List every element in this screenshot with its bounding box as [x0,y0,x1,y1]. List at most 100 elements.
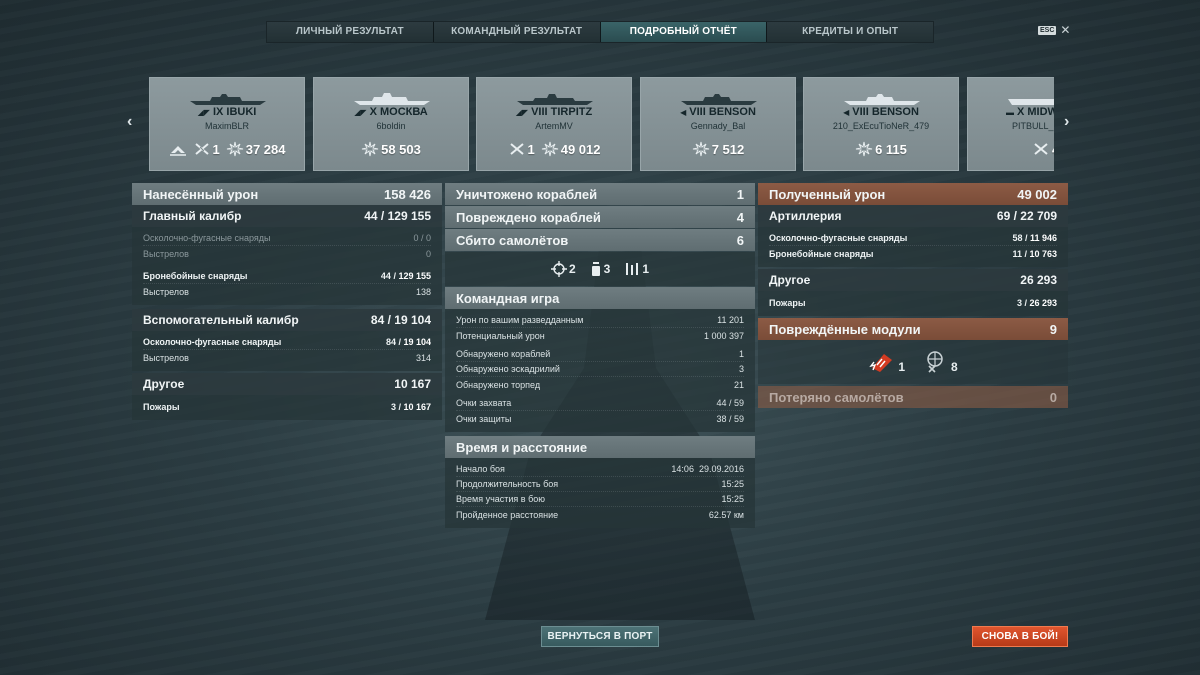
carousel-prev-arrow[interactable]: ‹ [127,113,132,131]
other-label: Другое [143,377,185,391]
bombers-value: 3 [603,262,611,276]
received-he-row: Осколочно-фугасные снаряды 58 / 11 946 [769,231,1057,246]
time-row: Продолжительность боя 15:25 [456,477,744,492]
damage-burst-icon [692,141,709,157]
ship-name: X MIDW [1017,106,1054,118]
main-ap-row: Бронебойные снаряды 44 / 129 155 [143,269,431,284]
damaged-modules-value: 9 [1049,321,1057,337]
torpedo-hit-icon [169,146,186,156]
planes-value: 4 [1052,142,1054,157]
ship-class-battleship-icon: ◢◤ [515,108,529,117]
damage-received-label: Полученный урон [769,186,886,202]
secondary-caliber-label: Вспомогательный калибр [143,313,299,327]
close-icon[interactable]: ✕ [1060,24,1070,36]
ship-card-benson-2[interactable]: ◀ VIII BENSON 210_ExEcuTioNeR_479 6 115 [803,77,959,171]
team-play-block: Урон по вашим разведданным 11 201 Потенци… [445,309,755,432]
player-name: Gennady_Bal [690,121,746,131]
time-distance-label: Время и расстояние [456,439,588,455]
ship-card-benson-1[interactable]: ◀ VIII BENSON Gennady_Bal 7 512 [640,77,796,171]
ship-card-tirpitz[interactable]: ◢◤ VIII TIRPITZ ArtemMV 1 49 012 [476,77,632,171]
damage-value: 49 012 [560,141,601,157]
esc-key-badge: ESC [1038,25,1057,35]
plane-shot-down-icon [509,143,524,155]
time-distance-block: Начало боя 14:06 29.09.2016 Продолжительн… [445,458,755,528]
steering-damage-value: 8 [951,360,958,374]
ship-silhouette-icon [1008,99,1054,105]
team-row: Обнаружено торпед 21 [456,379,744,390]
ships-damaged-value: 4 [736,209,744,225]
planes-lost-value: 0 [1049,389,1057,405]
team-row: Потенциальный урон 1 000 397 [456,330,744,341]
planes-lost-label: Потеряно самолётов [769,389,904,405]
planes-shot-value: 6 [736,232,744,248]
tab-team-result[interactable]: КОМАНДНЫЙ РЕЗУЛЬТАТ [433,22,601,42]
damage-burst-icon [362,141,379,157]
ship-card-ibuki[interactable]: ◢◤ IX IBUKI MaximBLR 1 37 284 [149,77,305,171]
ship-name: VIII TIRPITZ [531,106,593,118]
player-name: PITBULL_ [1012,121,1054,131]
player-name: 6boldin [376,121,406,131]
ship-silhouette-icon [517,94,593,105]
ships-damaged-label: Повреждено кораблей [456,209,601,225]
ship-name: IX IBUKI [212,106,257,118]
secondary-shots-row: Выстрелов 314 [143,352,431,363]
player-name: 210_ExEcuTioNeR_479 [832,121,930,131]
time-row: Начало боя 14:06 29.09.2016 [456,462,744,477]
steering-damage-icon [927,351,943,373]
tab-credits-xp[interactable]: КРЕДИТЫ И ОПЫТ [767,22,933,42]
damage-burst-icon [226,141,243,157]
ship-class-cruiser-icon: ◢◤ [354,108,367,117]
crosshair-icon [550,261,567,277]
ship-class-destroyer-icon: ◀ [843,108,850,117]
team-row: Обнаружено эскадрилий 3 [456,362,744,377]
damaged-modules-label: Повреждённые модули [769,321,921,337]
ship-name: VIII BENSON [852,106,919,118]
ships-destroyed-value: 1 [736,186,744,202]
carousel-next-arrow[interactable]: › [1064,113,1069,131]
damage-burst-icon [541,141,558,157]
torpedo-bombers-icon [626,263,639,275]
team-play-label: Командная игра [456,290,560,306]
engine-damage-value: 1 [898,360,905,374]
ship-card-midway[interactable]: ▬X MIDW PITBULL_ 4 [967,77,1054,171]
tab-detailed-report[interactable]: ПОДРОБНЫЙ ОТЧЁТ [600,22,768,42]
torpedo-bombers-value: 1 [642,262,650,276]
ships-destroyed-label: Уничтожено кораблей [456,186,598,202]
damage-value: 37 284 [245,141,286,157]
main-he-shots-row: Выстрелов 0 [143,248,431,259]
tab-personal-result[interactable]: ЛИЧНЫЙ РЕЗУЛЬТАТ [267,22,434,42]
planes-value: 1 [212,141,220,157]
ship-cards-carousel: ◢◤ IX IBUKI MaximBLR 1 37 284 ◢◤ X МОСКВА … [149,77,1054,171]
main-caliber-hits: 44 [364,209,378,223]
battle-again-button[interactable]: СНОВА В БОЙ! [972,626,1068,647]
ship-silhouette-icon [844,94,920,105]
time-row: Время участия в бою 15:25 [456,492,744,507]
ship-class-cruiser-icon: ◢◤ [197,108,210,117]
damage-value: 58 503 [381,141,421,157]
main-caliber-total: 129 155 [387,209,431,223]
damage-value: 6 115 [875,141,907,157]
fighters-value: 2 [568,262,576,276]
ship-silhouette-icon [681,94,757,105]
received-other-label: Другое [769,273,811,287]
ship-card-moskva[interactable]: ◢◤ X МОСКВА 6boldin 58 503 [313,77,469,171]
other-value: 10 167 [394,377,431,391]
main-caliber-label: Главный калибр [143,209,242,223]
bomb-icon [591,262,600,276]
received-ap-row: Бронебойные снаряды 11 / 10 763 [769,248,1057,259]
return-to-port-button[interactable]: ВЕРНУТЬСЯ В ПОРТ [541,626,659,647]
ship-class-destroyer-icon: ◀ [680,108,687,117]
combat-stats-panel: Уничтожено кораблей 1 Повреждено корабле… [445,183,755,528]
damage-value: 7 512 [711,141,745,157]
damage-received-value: 49 002 [1017,186,1057,202]
main-ap-shots-row: Выстрелов 138 [143,286,431,297]
team-row: Очки захвата 44 / 59 [456,396,744,411]
fires-row: Пожары 3 / 10 167 [143,401,431,412]
ship-name: VIII BENSON [689,106,756,118]
damage-dealt-value: 158 426 [384,186,431,202]
planes-shot-label: Сбито самолётов [456,232,569,248]
ship-silhouette-icon [190,94,266,105]
close-button[interactable]: ESC ✕ [1038,24,1070,36]
received-other-value: 26 293 [1020,273,1057,287]
team-row: Обнаружено кораблей 1 [456,347,744,362]
